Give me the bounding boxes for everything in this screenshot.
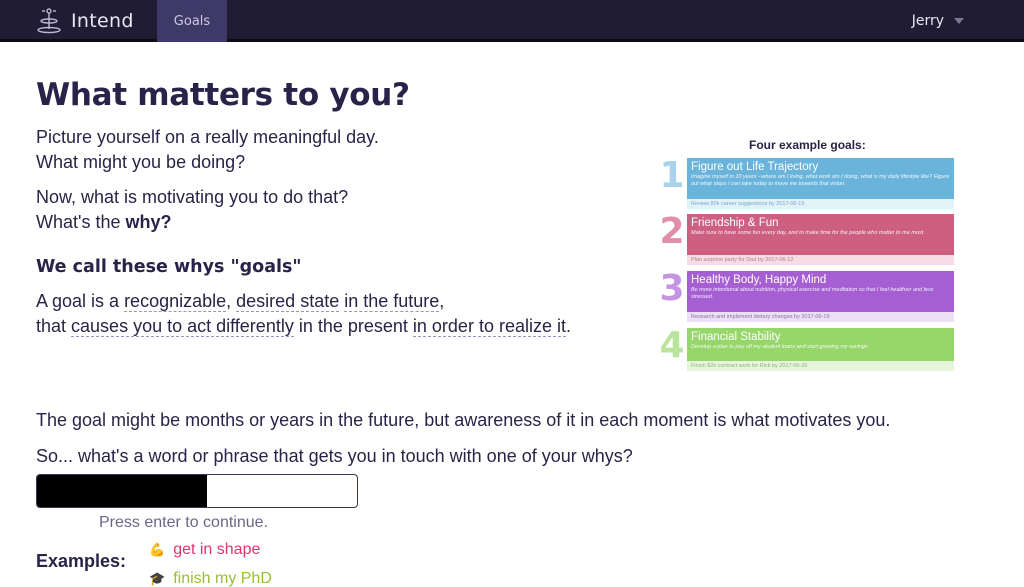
goal-question: So... what's a word or phrase that gets … bbox=[36, 446, 633, 466]
definition-text: . bbox=[565, 316, 571, 336]
example-goal-3: 3 Healthy Body, Happy Mind Be more inten… bbox=[657, 271, 954, 323]
motivation-line-2: What's the why? bbox=[36, 210, 172, 234]
example-text: finish my PhD bbox=[173, 570, 272, 587]
intend-logo-icon bbox=[37, 8, 61, 34]
goal-number: 3 bbox=[659, 268, 685, 309]
definition-line-1: A goal is a recognizable, desired state … bbox=[36, 289, 444, 313]
definition-text: in the present bbox=[293, 316, 413, 336]
goal-description: Make sure to have some fun every day, an… bbox=[691, 230, 924, 236]
goal-input[interactable] bbox=[212, 475, 352, 507]
enter-hint: Press enter to continue. bbox=[99, 514, 268, 531]
app-logo[interactable]: Intend bbox=[35, 7, 134, 35]
term-desired-state[interactable]: desired state bbox=[236, 291, 340, 312]
graduation-cap-icon: 🎓 bbox=[149, 571, 166, 586]
goal-description: Be more intentional about nutrition, phy… bbox=[691, 287, 934, 300]
intro-line-1: Picture yourself on a really meaningful … bbox=[36, 127, 379, 147]
goal-input-wrapper bbox=[36, 474, 358, 508]
tab-goals[interactable]: Goals bbox=[157, 0, 227, 42]
example-goals-title: Four example goals: bbox=[749, 138, 866, 152]
goal-description: Develop a plan to pay off my student loa… bbox=[691, 344, 868, 350]
goal-card: Figure out Life Trajectory Imagine mysel… bbox=[687, 158, 954, 199]
goals-subheading: We call these whys "goals" bbox=[36, 257, 302, 277]
goal-card: Friendship & Fun Make sure to have some … bbox=[687, 214, 954, 255]
flexed-biceps-icon: 💪 bbox=[149, 542, 166, 557]
example-goal-4: 4 Financial Stability Develop a plan to … bbox=[657, 328, 954, 373]
goal-description: Imagine myself in 10 years - where am I … bbox=[691, 174, 950, 187]
definition-line-2: that causes you to act differently in th… bbox=[36, 314, 571, 338]
goal-name: Healthy Body, Happy Mind bbox=[691, 274, 827, 286]
definition-text: that bbox=[36, 316, 72, 336]
examples-label: Examples: bbox=[36, 551, 127, 571]
intro-line-2: What might you be doing? bbox=[36, 152, 246, 172]
example-item[interactable]: 🎓 finish my PhD bbox=[149, 570, 272, 587]
definition-text: A goal is a bbox=[36, 291, 125, 311]
term-recognizable[interactable]: recognizable bbox=[124, 291, 227, 312]
goal-card: Financial Stability Develop a plan to pa… bbox=[687, 328, 954, 361]
goal-number: 4 bbox=[659, 325, 685, 366]
goal-name: Financial Stability bbox=[691, 331, 781, 343]
goal-name: Friendship & Fun bbox=[691, 217, 779, 229]
user-menu[interactable]: Jerry bbox=[912, 13, 964, 29]
term-causes-you-to-act[interactable]: causes you to act differently bbox=[71, 316, 294, 337]
example-goal-2: 2 Friendship & Fun Make sure to have som… bbox=[657, 214, 954, 266]
motivation-line-1: Now, what is motivating you to do that? bbox=[36, 187, 349, 207]
goal-number: 2 bbox=[659, 211, 685, 252]
chevron-down-icon bbox=[954, 18, 964, 24]
example-text: get in shape bbox=[173, 541, 261, 558]
user-name: Jerry bbox=[911, 13, 944, 29]
motivation-line-2-prefix: What's the bbox=[36, 212, 126, 232]
definition-text: , bbox=[226, 291, 237, 311]
example-goal-1: 1 Figure out Life Trajectory Imagine mys… bbox=[657, 158, 954, 210]
term-in-the-future[interactable]: in the future bbox=[344, 291, 440, 312]
goal-name: Figure out Life Trajectory bbox=[691, 161, 819, 173]
page-title: What matters to you? bbox=[36, 77, 410, 113]
goal-next-step: Review 80k career suggestions by 2017-06… bbox=[687, 199, 954, 209]
goal-next-step: Research and implement dietary changes b… bbox=[687, 312, 954, 322]
definition-text: , bbox=[439, 291, 445, 311]
goal-next-step: Finish $2k contract work for Rick by 201… bbox=[687, 361, 954, 371]
goal-number: 1 bbox=[659, 155, 685, 196]
motivation-why: why? bbox=[125, 212, 172, 232]
term-in-order-to-realize[interactable]: in order to realize it bbox=[412, 316, 566, 337]
top-nav: Intend Goals Jerry bbox=[0, 0, 1024, 42]
example-item[interactable]: 💪 get in shape bbox=[149, 541, 260, 559]
goal-card: Healthy Body, Happy Mind Be more intenti… bbox=[687, 271, 954, 312]
redacted-input-value bbox=[37, 475, 207, 507]
awareness-text: The goal might be months or years in the… bbox=[36, 410, 891, 430]
goal-next-step: Plan surprise party for Dad by 2017-06-1… bbox=[687, 255, 954, 265]
app-name: Intend bbox=[71, 10, 134, 32]
